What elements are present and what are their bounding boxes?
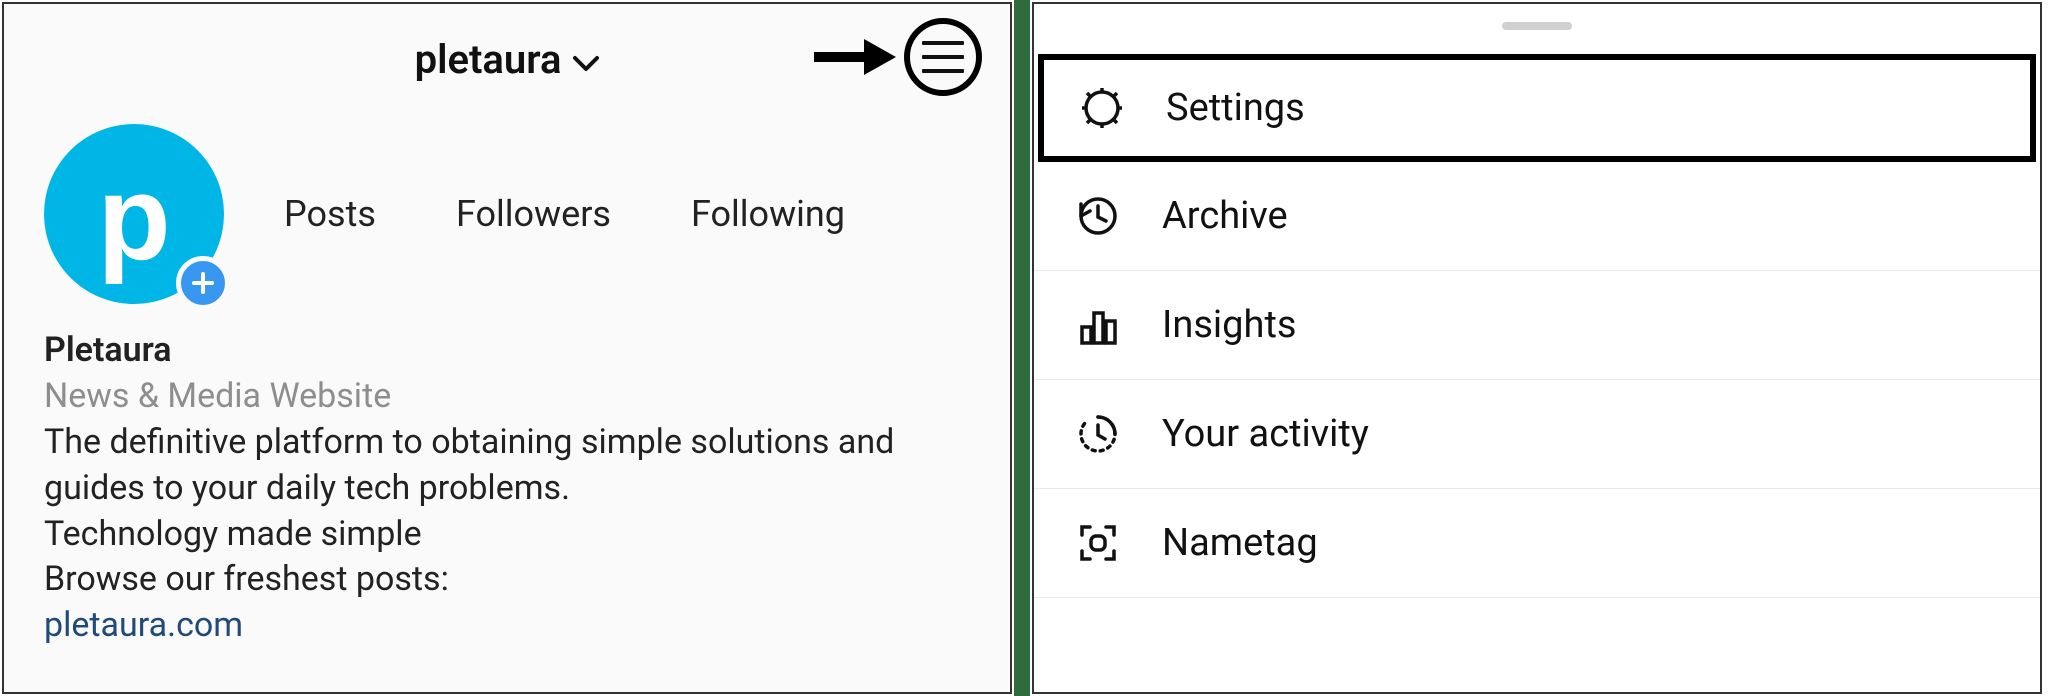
- menu-item-label: Insights: [1162, 303, 1296, 347]
- archive-icon: [1074, 192, 1122, 240]
- profile-category: News & Media Website: [44, 374, 970, 420]
- add-story-badge[interactable]: [176, 256, 230, 310]
- menu-item-insights[interactable]: Insights: [1034, 271, 2040, 380]
- profile-stats: Posts Followers Following: [284, 193, 845, 235]
- activity-icon: [1074, 410, 1122, 458]
- menu-item-label: Nametag: [1162, 521, 1318, 565]
- username-text: pletaura: [415, 36, 562, 83]
- plus-icon: [190, 270, 216, 296]
- avatar-wrap[interactable]: p: [44, 124, 224, 304]
- profile-panel: pletaura: [2, 2, 1012, 694]
- profile-bio: Pletaura News & Media Website The defini…: [4, 304, 1010, 649]
- bio-line: guides to your daily tech problems.: [44, 466, 970, 512]
- arrow-annotation-icon: [814, 37, 898, 77]
- nametag-icon: [1074, 519, 1122, 567]
- hamburger-area: [814, 18, 982, 96]
- bio-line: The definitive platform to obtaining sim…: [44, 420, 970, 466]
- panel-divider: [1014, 0, 1030, 696]
- menu-item-label: Settings: [1166, 86, 1305, 130]
- menu-list: Settings Archive: [1034, 54, 2040, 598]
- sheet-handle[interactable]: [1502, 22, 1572, 30]
- profile-header: pletaura: [4, 4, 1010, 104]
- stat-posts[interactable]: Posts: [284, 193, 376, 235]
- profile-row: p Posts Followers Following: [4, 124, 1010, 304]
- hamburger-icon: [922, 41, 964, 73]
- gear-icon: [1078, 84, 1126, 132]
- chevron-down-icon: [573, 36, 599, 83]
- menu-item-label: Your activity: [1162, 412, 1369, 456]
- username-switcher[interactable]: pletaura: [415, 36, 600, 83]
- stat-following[interactable]: Following: [691, 193, 845, 235]
- bio-line: Browse our freshest posts:: [44, 557, 970, 603]
- display-name: Pletaura: [44, 328, 970, 374]
- menu-item-nametag[interactable]: Nametag: [1034, 489, 2040, 598]
- profile-link[interactable]: pletaura.com: [44, 603, 970, 649]
- menu-item-archive[interactable]: Archive: [1034, 162, 2040, 271]
- insights-icon: [1074, 301, 1122, 349]
- menu-item-label: Archive: [1162, 194, 1288, 238]
- two-panel-container: pletaura: [0, 0, 2048, 696]
- menu-item-activity[interactable]: Your activity: [1034, 380, 2040, 489]
- stat-followers[interactable]: Followers: [456, 193, 611, 235]
- bio-line: Technology made simple: [44, 512, 970, 558]
- menu-panel: Settings Archive: [1032, 2, 2042, 694]
- avatar-letter: p: [97, 158, 170, 278]
- hamburger-menu-button[interactable]: [904, 18, 982, 96]
- menu-item-settings[interactable]: Settings: [1038, 54, 2036, 162]
